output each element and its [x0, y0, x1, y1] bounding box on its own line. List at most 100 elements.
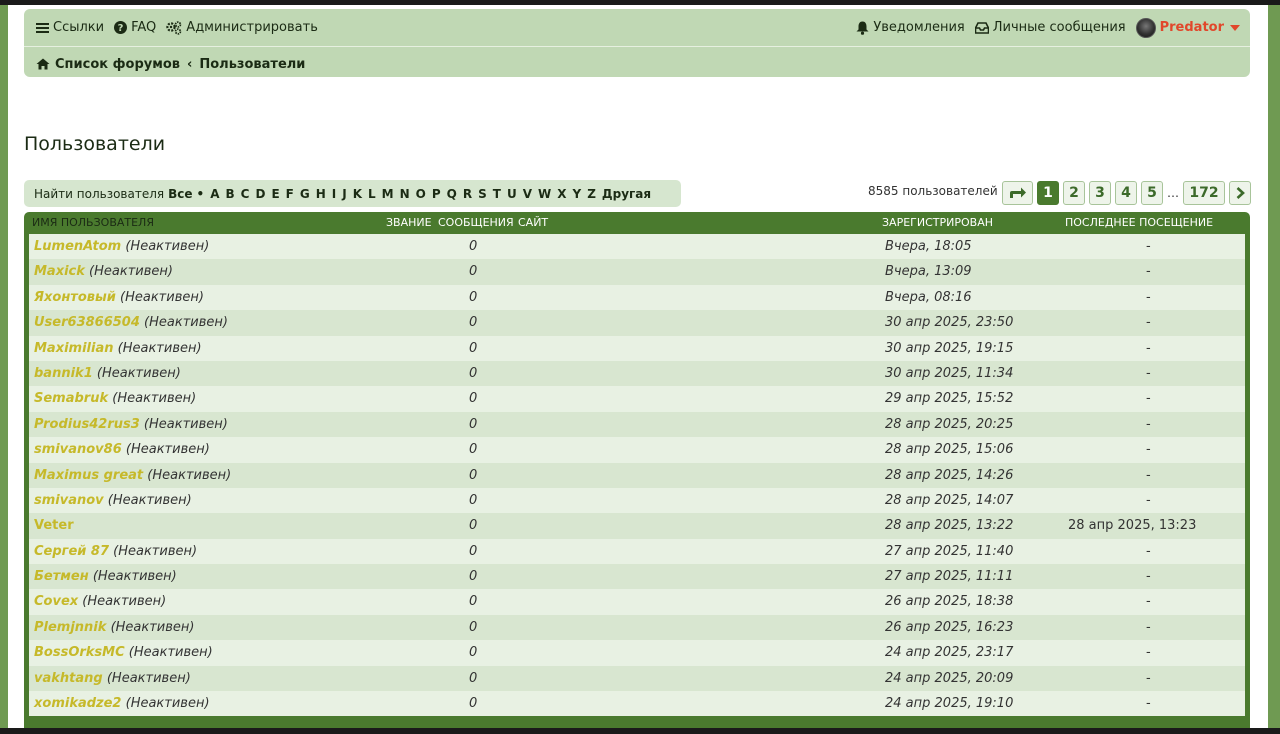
posts-count[interactable]: 0 — [469, 671, 477, 686]
registered-date: Вчера, 18:05 — [885, 239, 972, 254]
username-link[interactable]: LumenAtom — [34, 239, 121, 254]
filter-letter[interactable]: S — [478, 187, 487, 201]
posts-count[interactable]: 0 — [469, 442, 477, 457]
username-link[interactable]: vakhtang — [34, 671, 103, 686]
header-registered[interactable]: Зарегистрирован — [882, 216, 993, 229]
faq-link[interactable]: ? FAQ — [114, 20, 156, 35]
posts-count[interactable]: 0 — [469, 290, 477, 305]
breadcrumb-current[interactable]: Пользователи — [199, 57, 305, 72]
posts-count[interactable]: 0 — [469, 493, 477, 508]
username-link[interactable]: Veter — [34, 518, 74, 533]
filter-letter[interactable]: K — [353, 187, 362, 201]
filter-letter[interactable]: W — [538, 187, 551, 201]
filter-letter[interactable]: X — [557, 187, 566, 201]
posts-count[interactable]: 0 — [469, 391, 477, 406]
registered-date: 27 апр 2025, 11:40 — [885, 543, 1014, 559]
username-link[interactable]: xomikadze2 — [34, 696, 121, 711]
posts-count[interactable]: 0 — [469, 366, 477, 381]
faq-label: FAQ — [131, 20, 157, 35]
filter-letter[interactable]: J — [342, 187, 346, 201]
filter-letter[interactable]: P — [432, 187, 441, 201]
posts-count[interactable]: 0 — [469, 264, 477, 279]
posts-count[interactable]: 0 — [469, 468, 477, 483]
posts-count[interactable]: 0 — [469, 645, 477, 660]
registered-date: Вчера, 08:16 — [885, 289, 972, 305]
username-link[interactable]: Prodius42rus3 — [34, 417, 140, 432]
page-5[interactable]: 5 — [1141, 180, 1163, 205]
home-icon — [36, 58, 50, 70]
private-messages-link[interactable]: Личные сообщения — [974, 20, 1126, 35]
next-page-button[interactable] — [1229, 180, 1251, 205]
filter-letter[interactable]: A — [210, 187, 219, 201]
page-last[interactable]: 172 — [1183, 180, 1225, 205]
pagination: 12345 … 172 — [1002, 180, 1251, 205]
breadcrumb-home[interactable]: Список форумов — [55, 57, 180, 72]
header-posts[interactable]: Сообщения — [438, 216, 514, 229]
username-link[interactable]: User63866504 — [34, 315, 140, 330]
filter-letter[interactable]: U — [507, 187, 517, 201]
posts-count[interactable]: 0 — [469, 696, 477, 711]
registered-date: 24 апр 2025, 20:09 — [885, 670, 1014, 686]
username-link[interactable]: smivanov86 — [34, 442, 122, 457]
username-link[interactable]: Сергей 87 — [34, 544, 109, 559]
filter-letter[interactable]: I — [332, 187, 336, 201]
jump-to-page-button[interactable] — [1002, 180, 1033, 205]
filter-letter[interactable]: Q — [447, 187, 457, 201]
posts-count[interactable]: 0 — [469, 620, 477, 635]
filter-letter[interactable]: V — [523, 187, 532, 201]
filter-all[interactable]: Все — [168, 187, 192, 201]
username-link[interactable]: bannik1 — [34, 366, 93, 381]
username-link[interactable]: Maximus great — [34, 468, 143, 483]
username-cell: Maximus great (Неактивен) — [34, 468, 231, 483]
page-3[interactable]: 3 — [1089, 180, 1111, 205]
admin-link[interactable]: Администрировать — [166, 20, 318, 35]
filter-letter[interactable]: T — [493, 187, 501, 201]
filter-letter[interactable]: D — [255, 187, 265, 201]
filter-letter[interactable]: G — [300, 187, 310, 201]
posts-count[interactable]: 0 — [469, 417, 477, 432]
filter-letter[interactable]: E — [271, 187, 279, 201]
filter-letter[interactable]: L — [368, 187, 376, 201]
find-user-label[interactable]: Найти пользователя — [34, 187, 164, 201]
header-last-visit[interactable]: Последнее посещение — [1065, 216, 1213, 229]
links-menu[interactable]: Ссылки — [36, 20, 104, 35]
notifications-link[interactable]: Уведомления — [856, 20, 965, 35]
username-link[interactable]: Maximilian — [34, 341, 114, 356]
posts-count[interactable]: 0 — [469, 341, 477, 356]
header-rank[interactable]: Звание — [386, 216, 432, 229]
filter-letter[interactable]: M — [382, 187, 394, 201]
posts-count[interactable]: 0 — [469, 315, 477, 330]
posts-count[interactable]: 0 — [469, 544, 477, 559]
posts-count[interactable]: 0 — [469, 569, 477, 584]
page-1[interactable]: 1 — [1037, 180, 1059, 205]
user-menu[interactable]: Predator — [1135, 17, 1240, 38]
posts-count[interactable]: 0 — [469, 594, 477, 609]
username-link[interactable]: Plemjnnik — [34, 620, 106, 635]
filter-other[interactable]: Другая — [602, 187, 651, 201]
filter-letter[interactable]: Z — [587, 187, 596, 201]
last-visit: - — [1146, 442, 1151, 458]
registered-date: 24 апр 2025, 23:17 — [885, 645, 1014, 661]
posts-count[interactable]: 0 — [469, 518, 477, 533]
filter-letter[interactable]: B — [226, 187, 235, 201]
username-link[interactable]: Бетмен — [34, 569, 89, 584]
username-link[interactable]: Яхонтовый — [34, 290, 116, 305]
header-username[interactable]: Имя пользователя — [32, 216, 154, 229]
filter-letter[interactable]: R — [463, 187, 472, 201]
filter-letter[interactable]: Y — [573, 187, 582, 201]
username-link[interactable]: smivanov — [34, 493, 104, 508]
breadcrumb-separator: ‹ — [187, 56, 193, 72]
username-link[interactable]: Semabruk — [34, 391, 108, 406]
username-link[interactable]: Maxick — [34, 264, 85, 279]
page-2[interactable]: 2 — [1063, 180, 1085, 205]
filter-letter[interactable]: C — [241, 187, 250, 201]
filter-letter[interactable]: H — [316, 187, 326, 201]
username-link[interactable]: BossOrksMC — [34, 645, 125, 660]
filter-letter[interactable]: F — [286, 187, 294, 201]
filter-letter[interactable]: N — [400, 187, 410, 201]
posts-count[interactable]: 0 — [469, 239, 477, 254]
header-site[interactable]: Сайт — [518, 216, 548, 229]
filter-letter[interactable]: O — [416, 187, 426, 201]
page-4[interactable]: 4 — [1115, 180, 1137, 205]
username-link[interactable]: Covex — [34, 594, 78, 609]
